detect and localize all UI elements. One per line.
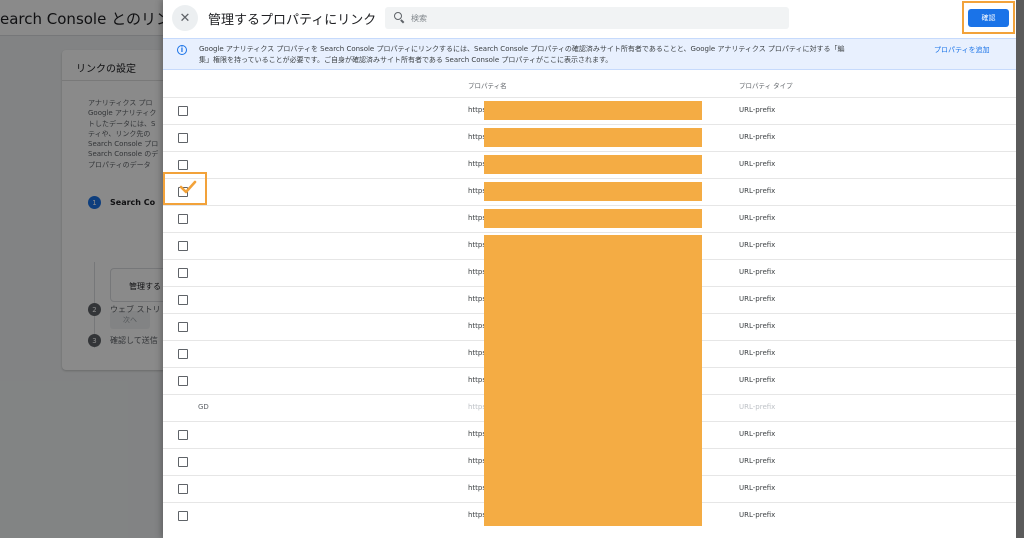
row-checkbox[interactable] (178, 241, 188, 251)
close-icon: ✕ (179, 10, 191, 26)
row-checkbox[interactable] (178, 295, 188, 305)
search-input[interactable] (411, 13, 771, 23)
property-type: URL-prefix (739, 376, 776, 384)
add-property-link[interactable]: プロパティを追加 (934, 45, 990, 55)
property-type: URL-prefix (739, 133, 776, 141)
dialog-title: 管理するプロパティにリンク (208, 13, 377, 28)
checked-row-highlight (163, 172, 207, 205)
redaction-bar (484, 209, 702, 228)
redaction-bar (484, 128, 702, 147)
row-prefix-label: GD (198, 403, 209, 411)
info-banner: i Google アナリティクス プロパティを Search Console プ… (163, 38, 1016, 70)
link-property-dialog: ✕ 管理するプロパティにリンク 確認 i Google アナリティクス プロパテ… (163, 0, 1016, 538)
property-type: URL-prefix (739, 430, 776, 438)
row-checkbox[interactable] (178, 349, 188, 359)
row-checkbox[interactable] (178, 133, 188, 143)
row-checkbox[interactable] (178, 214, 188, 224)
search-icon (385, 7, 411, 29)
redaction-block (484, 235, 702, 526)
property-type: URL-prefix (739, 484, 776, 492)
column-header-type[interactable]: プロパティ タイプ (739, 80, 793, 90)
row-checkbox[interactable] (178, 430, 188, 440)
page-scrollbar[interactable] (1016, 0, 1024, 538)
close-button[interactable]: ✕ (172, 5, 198, 31)
property-type: URL-prefix (739, 160, 776, 168)
property-type: URL-prefix (739, 511, 776, 519)
confirm-button[interactable]: 確認 (968, 9, 1009, 27)
row-checkbox[interactable] (178, 106, 188, 116)
property-type: URL-prefix (739, 295, 776, 303)
redaction-bar (484, 155, 702, 174)
row-checkbox[interactable] (178, 484, 188, 494)
property-type: URL-prefix (739, 457, 776, 465)
property-type: URL-prefix (739, 106, 776, 114)
property-type: URL-prefix (739, 241, 776, 249)
redaction-bar (484, 182, 702, 201)
redaction-bar (484, 101, 702, 120)
dialog-header: ✕ 管理するプロパティにリンク 確認 (163, 0, 1016, 36)
row-checkbox[interactable] (178, 268, 188, 278)
search-box[interactable] (385, 7, 789, 29)
property-type: URL-prefix (739, 268, 776, 276)
row-checkbox[interactable] (178, 160, 188, 170)
property-type: URL-prefix (739, 349, 776, 357)
info-icon: i (177, 45, 187, 55)
column-header-name[interactable]: プロパティ名 (468, 80, 507, 90)
property-type: URL-prefix (739, 187, 776, 195)
row-checkbox[interactable] (178, 322, 188, 332)
property-type: URL-prefix (739, 322, 776, 330)
property-type: URL-prefix (739, 403, 776, 411)
checkmark-icon (179, 180, 197, 194)
info-text: Google アナリティクス プロパティを Search Console プロパ… (199, 45, 845, 64)
confirm-button-highlight: 確認 (962, 1, 1015, 34)
row-checkbox[interactable] (178, 511, 188, 521)
row-checkbox[interactable] (178, 457, 188, 467)
row-checkbox[interactable] (178, 376, 188, 386)
property-type: URL-prefix (739, 214, 776, 222)
